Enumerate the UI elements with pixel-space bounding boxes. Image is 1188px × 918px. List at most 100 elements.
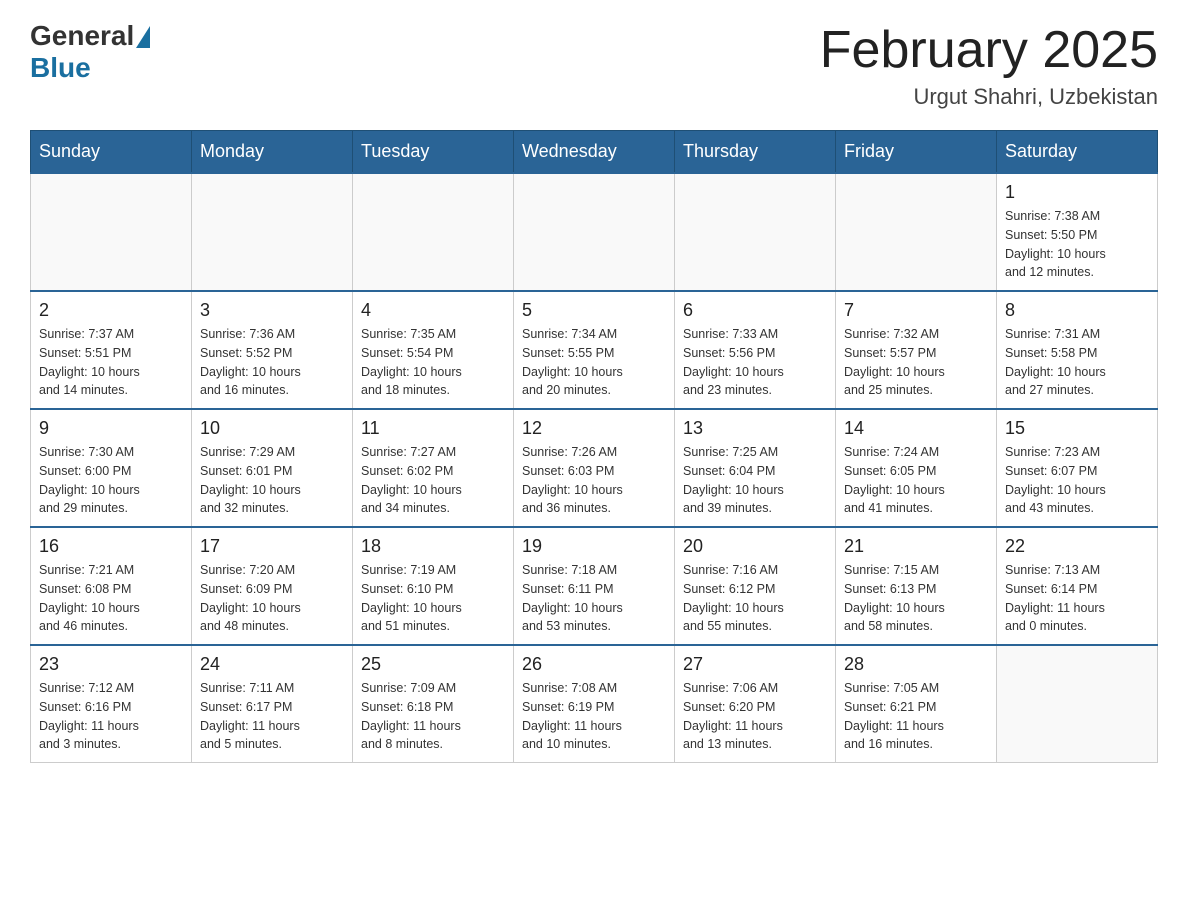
day-number: 28 bbox=[844, 654, 988, 675]
week-row-3: 9 Sunrise: 7:30 AM Sunset: 6:00 PM Daylig… bbox=[31, 409, 1158, 527]
day-info: Sunrise: 7:27 AM Sunset: 6:02 PM Dayligh… bbox=[361, 443, 505, 518]
col-header-saturday: Saturday bbox=[997, 131, 1158, 174]
calendar-cell: 12 Sunrise: 7:26 AM Sunset: 6:03 PM Dayli… bbox=[514, 409, 675, 527]
day-info: Sunrise: 7:19 AM Sunset: 6:10 PM Dayligh… bbox=[361, 561, 505, 636]
day-info: Sunrise: 7:13 AM Sunset: 6:14 PM Dayligh… bbox=[1005, 561, 1149, 636]
day-number: 15 bbox=[1005, 418, 1149, 439]
week-row-5: 23 Sunrise: 7:12 AM Sunset: 6:16 PM Dayli… bbox=[31, 645, 1158, 763]
calendar-cell bbox=[353, 173, 514, 291]
col-header-wednesday: Wednesday bbox=[514, 131, 675, 174]
logo-blue-text: Blue bbox=[30, 52, 91, 84]
day-info: Sunrise: 7:06 AM Sunset: 6:20 PM Dayligh… bbox=[683, 679, 827, 754]
day-info: Sunrise: 7:21 AM Sunset: 6:08 PM Dayligh… bbox=[39, 561, 183, 636]
calendar-cell: 18 Sunrise: 7:19 AM Sunset: 6:10 PM Dayli… bbox=[353, 527, 514, 645]
calendar-cell: 24Sunrise: 7:11 AM Sunset: 6:17 PM Dayli… bbox=[192, 645, 353, 763]
day-number: 14 bbox=[844, 418, 988, 439]
logo-triangle-icon bbox=[136, 26, 150, 48]
location-title: Urgut Shahri, Uzbekistan bbox=[820, 84, 1158, 110]
day-number: 12 bbox=[522, 418, 666, 439]
day-info: Sunrise: 7:32 AM Sunset: 5:57 PM Dayligh… bbox=[844, 325, 988, 400]
day-info: Sunrise: 7:26 AM Sunset: 6:03 PM Dayligh… bbox=[522, 443, 666, 518]
logo: General Blue bbox=[30, 20, 150, 84]
day-number: 11 bbox=[361, 418, 505, 439]
day-info: Sunrise: 7:05 AM Sunset: 6:21 PM Dayligh… bbox=[844, 679, 988, 754]
day-number: 6 bbox=[683, 300, 827, 321]
day-info: Sunrise: 7:08 AM Sunset: 6:19 PM Dayligh… bbox=[522, 679, 666, 754]
day-number: 26 bbox=[522, 654, 666, 675]
col-header-friday: Friday bbox=[836, 131, 997, 174]
calendar-cell: 27 Sunrise: 7:06 AM Sunset: 6:20 PM Dayli… bbox=[675, 645, 836, 763]
day-info: Sunrise: 7:20 AM Sunset: 6:09 PM Dayligh… bbox=[200, 561, 344, 636]
day-number: 19 bbox=[522, 536, 666, 557]
logo-general-text: General bbox=[30, 20, 134, 52]
header: General Blue February 2025 Urgut Shahri,… bbox=[30, 20, 1158, 110]
day-info: Sunrise: 7:34 AM Sunset: 5:55 PM Dayligh… bbox=[522, 325, 666, 400]
day-number: 4 bbox=[361, 300, 505, 321]
day-info: Sunrise: 7:12 AM Sunset: 6:16 PM Dayligh… bbox=[39, 679, 183, 754]
day-info: Sunrise: 7:37 AM Sunset: 5:51 PM Dayligh… bbox=[39, 325, 183, 400]
calendar-cell: 23 Sunrise: 7:12 AM Sunset: 6:16 PM Dayli… bbox=[31, 645, 192, 763]
calendar-cell: 28 Sunrise: 7:05 AM Sunset: 6:21 PM Dayli… bbox=[836, 645, 997, 763]
calendar-cell: 19Sunrise: 7:18 AM Sunset: 6:11 PM Dayli… bbox=[514, 527, 675, 645]
day-number: 13 bbox=[683, 418, 827, 439]
col-header-thursday: Thursday bbox=[675, 131, 836, 174]
calendar-cell: 4 Sunrise: 7:35 AM Sunset: 5:54 PM Daylig… bbox=[353, 291, 514, 409]
week-row-4: 16Sunrise: 7:21 AM Sunset: 6:08 PM Dayli… bbox=[31, 527, 1158, 645]
calendar-cell: 11 Sunrise: 7:27 AM Sunset: 6:02 PM Dayli… bbox=[353, 409, 514, 527]
day-number: 10 bbox=[200, 418, 344, 439]
day-number: 18 bbox=[361, 536, 505, 557]
day-info: Sunrise: 7:29 AM Sunset: 6:01 PM Dayligh… bbox=[200, 443, 344, 518]
day-info: Sunrise: 7:30 AM Sunset: 6:00 PM Dayligh… bbox=[39, 443, 183, 518]
day-number: 9 bbox=[39, 418, 183, 439]
calendar-cell bbox=[997, 645, 1158, 763]
week-row-1: 1 Sunrise: 7:38 AM Sunset: 5:50 PM Daylig… bbox=[31, 173, 1158, 291]
calendar-cell: 2 Sunrise: 7:37 AM Sunset: 5:51 PM Daylig… bbox=[31, 291, 192, 409]
title-area: February 2025 Urgut Shahri, Uzbekistan bbox=[820, 20, 1158, 110]
day-number: 23 bbox=[39, 654, 183, 675]
header-row: SundayMondayTuesdayWednesdayThursdayFrid… bbox=[31, 131, 1158, 174]
day-number: 7 bbox=[844, 300, 988, 321]
day-number: 21 bbox=[844, 536, 988, 557]
calendar-cell: 17 Sunrise: 7:20 AM Sunset: 6:09 PM Dayli… bbox=[192, 527, 353, 645]
calendar-cell: 5Sunrise: 7:34 AM Sunset: 5:55 PM Daylig… bbox=[514, 291, 675, 409]
day-info: Sunrise: 7:38 AM Sunset: 5:50 PM Dayligh… bbox=[1005, 207, 1149, 282]
calendar-cell bbox=[514, 173, 675, 291]
day-number: 25 bbox=[361, 654, 505, 675]
day-info: Sunrise: 7:33 AM Sunset: 5:56 PM Dayligh… bbox=[683, 325, 827, 400]
day-number: 3 bbox=[200, 300, 344, 321]
calendar-cell: 26 Sunrise: 7:08 AM Sunset: 6:19 PM Dayli… bbox=[514, 645, 675, 763]
calendar-cell bbox=[31, 173, 192, 291]
day-info: Sunrise: 7:15 AM Sunset: 6:13 PM Dayligh… bbox=[844, 561, 988, 636]
day-number: 1 bbox=[1005, 182, 1149, 203]
calendar-cell: 14Sunrise: 7:24 AM Sunset: 6:05 PM Dayli… bbox=[836, 409, 997, 527]
calendar-cell bbox=[675, 173, 836, 291]
calendar-cell: 25Sunrise: 7:09 AM Sunset: 6:18 PM Dayli… bbox=[353, 645, 514, 763]
day-number: 22 bbox=[1005, 536, 1149, 557]
calendar-cell: 9 Sunrise: 7:30 AM Sunset: 6:00 PM Daylig… bbox=[31, 409, 192, 527]
day-info: Sunrise: 7:11 AM Sunset: 6:17 PM Dayligh… bbox=[200, 679, 344, 754]
calendar-cell: 15 Sunrise: 7:23 AM Sunset: 6:07 PM Dayli… bbox=[997, 409, 1158, 527]
calendar-cell: 10 Sunrise: 7:29 AM Sunset: 6:01 PM Dayli… bbox=[192, 409, 353, 527]
col-header-sunday: Sunday bbox=[31, 131, 192, 174]
calendar-cell: 3 Sunrise: 7:36 AM Sunset: 5:52 PM Daylig… bbox=[192, 291, 353, 409]
calendar-cell: 22 Sunrise: 7:13 AM Sunset: 6:14 PM Dayli… bbox=[997, 527, 1158, 645]
col-header-monday: Monday bbox=[192, 131, 353, 174]
col-header-tuesday: Tuesday bbox=[353, 131, 514, 174]
calendar-cell: 16Sunrise: 7:21 AM Sunset: 6:08 PM Dayli… bbox=[31, 527, 192, 645]
calendar-cell: 8Sunrise: 7:31 AM Sunset: 5:58 PM Daylig… bbox=[997, 291, 1158, 409]
day-info: Sunrise: 7:36 AM Sunset: 5:52 PM Dayligh… bbox=[200, 325, 344, 400]
calendar-cell: 7 Sunrise: 7:32 AM Sunset: 5:57 PM Daylig… bbox=[836, 291, 997, 409]
day-number: 20 bbox=[683, 536, 827, 557]
calendar-cell: 13Sunrise: 7:25 AM Sunset: 6:04 PM Dayli… bbox=[675, 409, 836, 527]
day-info: Sunrise: 7:16 AM Sunset: 6:12 PM Dayligh… bbox=[683, 561, 827, 636]
day-info: Sunrise: 7:23 AM Sunset: 6:07 PM Dayligh… bbox=[1005, 443, 1149, 518]
day-number: 27 bbox=[683, 654, 827, 675]
calendar-table: SundayMondayTuesdayWednesdayThursdayFrid… bbox=[30, 130, 1158, 763]
month-title: February 2025 bbox=[820, 20, 1158, 80]
calendar-cell: 20 Sunrise: 7:16 AM Sunset: 6:12 PM Dayli… bbox=[675, 527, 836, 645]
day-number: 2 bbox=[39, 300, 183, 321]
day-info: Sunrise: 7:35 AM Sunset: 5:54 PM Dayligh… bbox=[361, 325, 505, 400]
calendar-cell: 1 Sunrise: 7:38 AM Sunset: 5:50 PM Daylig… bbox=[997, 173, 1158, 291]
calendar-cell bbox=[192, 173, 353, 291]
day-number: 17 bbox=[200, 536, 344, 557]
